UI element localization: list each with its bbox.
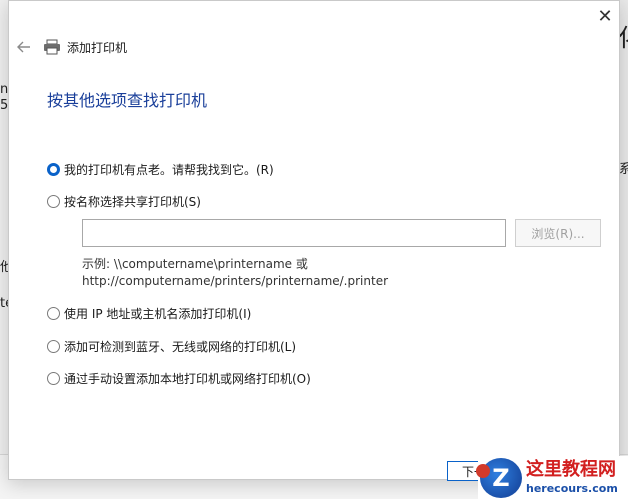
option-label: 使用 IP 地址或主机名添加打印机(I): [64, 307, 252, 321]
back-button[interactable]: [15, 38, 33, 56]
background-text-fragment: 系: [619, 162, 628, 177]
radio-button[interactable]: [47, 307, 60, 320]
printer-icon: [43, 39, 61, 55]
example-line: 示例: \\computername\printername 或: [82, 257, 308, 271]
option-manual-setup[interactable]: 通过手动设置添加本地打印机或网络打印机(O): [47, 370, 311, 387]
background-text-fragment: n: [0, 82, 9, 97]
close-button[interactable]: ✕: [594, 5, 616, 27]
radio-button[interactable]: [47, 340, 60, 353]
option-label: 通过手动设置添加本地打印机或网络打印机(O): [64, 372, 311, 386]
printer-name-input[interactable]: [82, 219, 506, 247]
option-label: 我的打印机有点老。请帮我找到它。(R): [64, 163, 274, 177]
watermark-text: 这里教程网 herecours.com: [526, 460, 618, 495]
watermark-logo-icon: Z: [476, 457, 522, 498]
option-bluetooth-wireless[interactable]: 添加可检测到蓝牙、无线或网络的打印机(L): [47, 338, 296, 355]
radio-button-selected[interactable]: [47, 163, 60, 176]
option-label: 按名称选择共享打印机(S): [64, 195, 201, 209]
example-hint: 示例: \\computername\printername 或 http://…: [82, 256, 388, 290]
example-line: http://computername/printers/printername…: [82, 274, 389, 288]
add-printer-dialog: ✕ 添加打印机 按其他选项查找打印机 我的打印机有点老。请帮我找到它。(R) 按…: [8, 0, 620, 481]
close-icon: ✕: [597, 5, 613, 27]
watermark-url: herecours.com: [526, 482, 618, 495]
page-heading: 按其他选项查找打印机: [47, 91, 208, 110]
dialog-title: 添加打印机: [67, 40, 128, 55]
option-label: 添加可检测到蓝牙、无线或网络的打印机(L): [64, 340, 297, 354]
browse-button[interactable]: 浏览(R)...: [515, 219, 601, 247]
radio-button[interactable]: [47, 195, 60, 208]
dialog-header: 添加打印机: [15, 37, 127, 57]
site-watermark: Z 这里教程网 herecours.com: [476, 456, 628, 499]
radio-button[interactable]: [47, 372, 60, 385]
option-old-printer[interactable]: 我的打印机有点老。请帮我找到它。(R): [47, 161, 274, 178]
option-ip-address[interactable]: 使用 IP 地址或主机名添加打印机(I): [47, 305, 251, 322]
watermark-title: 这里教程网: [526, 459, 616, 480]
arrow-left-icon: [17, 41, 30, 53]
option-shared-printer-by-name[interactable]: 按名称选择共享打印机(S): [47, 193, 201, 210]
